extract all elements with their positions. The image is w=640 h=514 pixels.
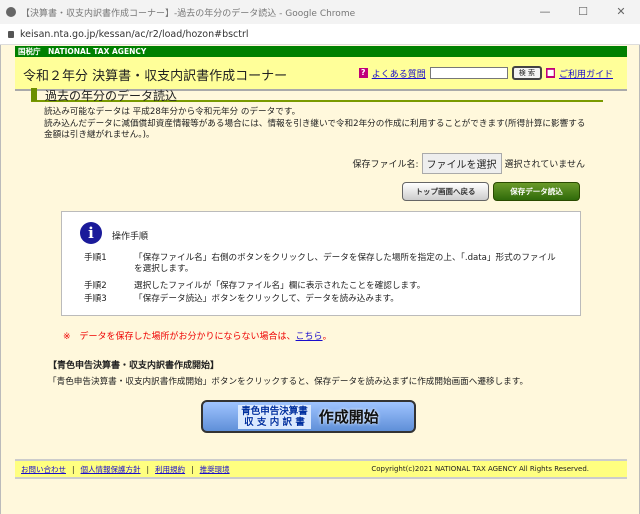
step-text: 「保存データ読込」ボタンをクリックして、データを読み込みます。 [134, 294, 399, 304]
heading-bar [31, 88, 37, 101]
footer-link-contact[interactable]: お問い合わせ [21, 464, 66, 475]
globe-icon [6, 7, 16, 17]
readable-data-text: 読込み可能なデータは 平成28年分から令和元年分 のデータです。 [44, 107, 301, 117]
load-saved-data-button[interactable]: 保存データ読込 [493, 182, 580, 201]
file-status: 選択されていません [504, 160, 585, 170]
minimize-button[interactable]: — [526, 0, 564, 24]
search-button[interactable]: 検 索 [511, 66, 542, 80]
page: 国税庁 NATIONAL TAX AGENCY 令和２年分 決算書・収支内訳書作… [0, 45, 640, 514]
blue-return-label: 青色申告決算書 [241, 405, 308, 417]
maximize-button[interactable]: ☐ [564, 0, 602, 24]
header: 令和２年分 決算書・収支内訳書作成コーナー ? よくある質問 検 索 ■ ご利用… [15, 57, 627, 91]
button-left-label: 青色申告決算書収 支 内 訳 書 [238, 404, 311, 429]
start-creation-button[interactable]: 青色申告決算書収 支 内 訳 書 作成開始 [201, 400, 416, 433]
note-suffix: 。 [322, 332, 332, 342]
start-label: 作成開始 [318, 408, 379, 426]
close-button[interactable]: ✕ [602, 0, 640, 24]
step-number: 手順2 [84, 281, 107, 291]
window-title: 【決算書・収支内訳書作成コーナー】-過去の年分のデータ読込 - Google C… [21, 8, 356, 19]
lock-icon [8, 30, 14, 38]
blue-return-heading: 【青色申告決算書・収支内訳書作成開始】 [48, 361, 220, 371]
income-statement-label: 収 支 内 訳 書 [244, 416, 305, 428]
instructions-title: 操作手順 [112, 232, 149, 242]
faq-link[interactable]: よくある質問 [372, 67, 426, 80]
separator: | [146, 464, 150, 474]
step-number: 手順1 [84, 253, 107, 263]
address-bar[interactable]: keisan.nta.go.jp/kessan/ac/r2/load/hozon… [0, 24, 640, 45]
question-icon: ? [358, 68, 368, 78]
here-link[interactable]: こちら [296, 332, 323, 342]
section-title: 過去の年分のデータ読込 [45, 89, 178, 103]
copyright: Copyright(c)2021 NATIONAL TAX AGENCY All… [371, 465, 589, 473]
carryover-text: 読み込んだデータに減価償却資産情報等がある場合には、情報を引き継いで令和2年分の… [44, 119, 586, 140]
separator: | [191, 464, 194, 474]
guide-link[interactable]: ご利用ガイド [559, 67, 613, 80]
step-text: 選択したファイルが「保存ファイル名」欄に表示されたことを確認します。 [134, 281, 426, 291]
section-heading: 過去の年分のデータ読込 [31, 88, 603, 103]
location-note: ※ データを保存した場所がお分かりにならない場合は、こちら。 [63, 329, 332, 342]
url-text: keisan.nta.go.jp/kessan/ac/r2/load/hozon… [20, 28, 249, 40]
back-to-top-button[interactable]: トップ画面へ戻る [402, 182, 489, 201]
step-number: 手順3 [84, 294, 107, 304]
step-item: 手順2 選択したファイルが「保存ファイル名」欄に表示されたことを確認します。 [84, 281, 564, 292]
guide-icon: ■ [545, 68, 555, 78]
footer: お問い合わせ | 個人情報保護方針 | 利用規約 | 推奨環境 Copyrigh… [15, 459, 627, 479]
separator: | [72, 464, 75, 474]
file-row: 保存ファイル名: ファイルを選択 選択されていません [352, 153, 585, 174]
info-icon: i [80, 222, 102, 244]
file-label: 保存ファイル名: [352, 160, 419, 170]
step-text: 「保存ファイル名」右側のボタンをクリックし、データを保存した場所を指定の上、「.… [134, 253, 556, 274]
note-text: ※ データを保存した場所がお分かりにならない場合は、 [63, 332, 296, 342]
step-item: 手順3 「保存データ読込」ボタンをクリックして、データを読み込みます。 [84, 294, 564, 305]
page-title: 令和２年分 決算書・収支内訳書作成コーナー [23, 69, 288, 84]
footer-link-environment[interactable]: 推奨環境 [200, 464, 230, 475]
choose-file-button[interactable]: ファイルを選択 [421, 153, 502, 174]
step-item: 手順1 「保存ファイル名」右側のボタンをクリックし、データを保存した場所を指定の上… [84, 253, 564, 275]
agency-bar: 国税庁 NATIONAL TAX AGENCY [15, 46, 627, 57]
search-input[interactable] [429, 67, 508, 79]
title-bar: 【決算書・収支内訳書作成コーナー】-過去の年分のデータ読込 - Google C… [0, 0, 640, 24]
blue-return-description: 「青色申告決算書・収支内訳書作成開始」ボタンをクリックすると、保存データを読み込… [48, 377, 529, 387]
footer-link-privacy[interactable]: 個人情報保護方針 [81, 464, 141, 475]
instructions-box: i 操作手順 手順1 「保存ファイル名」右側のボタンをクリックし、データを保存した… [61, 211, 581, 316]
footer-link-terms[interactable]: 利用規約 [155, 464, 185, 475]
